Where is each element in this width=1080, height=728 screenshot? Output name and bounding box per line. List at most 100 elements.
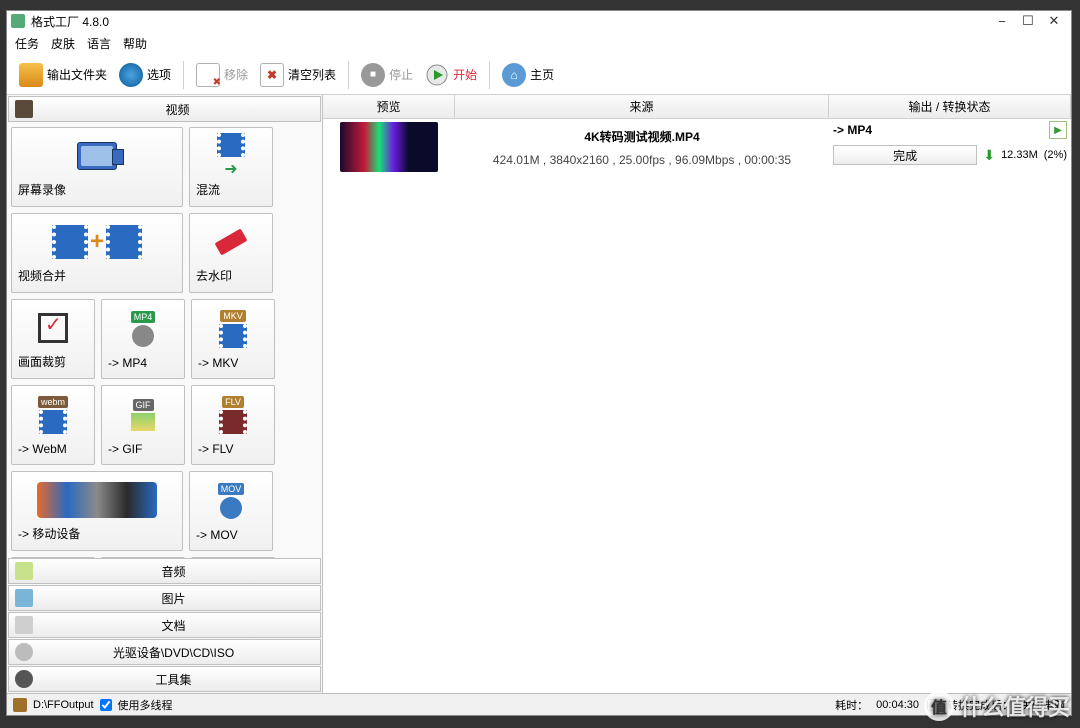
home-label: 主页 xyxy=(530,66,554,83)
output-folder-button[interactable]: 输出文件夹 xyxy=(15,61,111,89)
tile-画面裁剪[interactable]: 画面裁剪 xyxy=(11,299,95,379)
tile-icon: MKV xyxy=(219,304,247,354)
tile-icon xyxy=(38,304,68,351)
tools-icon xyxy=(15,670,33,688)
header-source[interactable]: 来源 xyxy=(455,95,829,118)
elapsed-value: 00:04:30 xyxy=(876,699,919,711)
stop-button[interactable]: ■ 停止 xyxy=(357,61,417,89)
close-button[interactable]: ✕ xyxy=(1041,12,1067,30)
tile-去水印[interactable]: 去水印 xyxy=(189,213,273,293)
disc-icon xyxy=(15,643,33,661)
menu-skin[interactable]: 皮肤 xyxy=(51,35,75,52)
category-disc[interactable]: 光驱设备\DVD\CD\ISO xyxy=(8,639,321,665)
category-label: 音频 xyxy=(33,563,314,580)
tile--> FLV[interactable]: FLV -> FLV xyxy=(191,385,275,465)
options-button[interactable]: 选项 xyxy=(115,61,175,89)
tile-label: -> GIF xyxy=(108,442,142,456)
category-label: 光驱设备\DVD\CD\ISO xyxy=(33,644,314,661)
file-name: 4K转码测试视频.MP4 xyxy=(584,128,699,145)
category-label: 工具集 xyxy=(33,671,314,688)
toolbar-separator xyxy=(489,61,490,89)
play-button[interactable]: ▶ xyxy=(1049,121,1067,139)
tile-label: -> FLV xyxy=(198,442,233,456)
tile-icon xyxy=(77,132,117,179)
app-window: 格式工厂 4.8.0 − ☐ ✕ 任务 皮肤 语言 帮助 输出文件夹 选项 移除… xyxy=(6,10,1072,716)
category-label: 图片 xyxy=(33,590,314,607)
maximize-button[interactable]: ☐ xyxy=(1015,12,1041,30)
tile-屏幕录像[interactable]: 屏幕录像 xyxy=(11,127,183,207)
output-percent: (2%) xyxy=(1044,149,1067,161)
app-icon xyxy=(11,14,25,28)
output-cell: -> MP4 ▶ 完成 ⬇ 12.33M (2%) xyxy=(829,119,1071,175)
video-thumbnail xyxy=(340,122,438,172)
start-icon xyxy=(425,63,449,87)
multithread-label: 使用多线程 xyxy=(118,697,173,713)
toolbar: 输出文件夹 选项 移除 ✖ 清空列表 ■ 停止 开始 ⌂ 主页 xyxy=(7,55,1071,95)
video-category-label: 视频 xyxy=(41,101,314,118)
start-button[interactable]: 开始 xyxy=(421,61,481,89)
category-image[interactable]: 图片 xyxy=(8,585,321,611)
tile-label: 屏幕录像 xyxy=(18,181,66,198)
watermark: 值 什么值得买 xyxy=(924,690,1070,722)
tile--> MKV[interactable]: MKV -> MKV xyxy=(191,299,275,379)
clear-list-label: 清空列表 xyxy=(288,66,336,83)
header-preview[interactable]: 预览 xyxy=(323,95,455,118)
options-label: 选项 xyxy=(147,66,171,83)
category-tools[interactable]: 工具集 xyxy=(8,666,321,692)
clear-list-button[interactable]: ✖ 清空列表 xyxy=(256,61,340,89)
tile--> 移动设备[interactable]: -> 移动设备 xyxy=(11,471,183,551)
tile--> MP4[interactable]: MP4-> MP4 xyxy=(101,299,185,379)
clear-icon: ✖ xyxy=(260,63,284,87)
tile-label: -> MP4 xyxy=(108,356,147,370)
source-cell: 4K转码测试视频.MP4 424.01M , 3840x2160 , 25.00… xyxy=(455,119,829,175)
tile-icon: GIF xyxy=(131,390,155,440)
tile-label: 去水印 xyxy=(196,267,232,284)
tile-icon xyxy=(37,476,157,523)
start-label: 开始 xyxy=(453,66,477,83)
stop-icon: ■ xyxy=(361,63,385,87)
output-folder-label: 输出文件夹 xyxy=(47,66,107,83)
category-audio[interactable]: 音频 xyxy=(8,558,321,584)
tile-视频合并[interactable]: +视频合并 xyxy=(11,213,183,293)
home-button[interactable]: ⌂ 主页 xyxy=(498,61,558,89)
tile--> WebM[interactable]: webm -> WebM xyxy=(11,385,95,465)
category-document[interactable]: 文档 xyxy=(8,612,321,638)
category-video-header[interactable]: 视频 xyxy=(8,96,321,122)
toolbar-separator xyxy=(348,61,349,89)
window-title: 格式工厂 4.8.0 xyxy=(31,13,989,30)
menu-help[interactable]: 帮助 xyxy=(123,35,147,52)
remove-button[interactable]: 移除 xyxy=(192,61,252,89)
file-info: 424.01M , 3840x2160 , 25.00fps , 96.09Mb… xyxy=(493,153,791,167)
remove-label: 移除 xyxy=(224,66,248,83)
main-area: 预览 来源 输出 / 转换状态 4K转码测试视频.MP4 424.01M , 3… xyxy=(323,95,1071,693)
header-output[interactable]: 输出 / 转换状态 xyxy=(829,95,1071,118)
tile-icon: ➜ xyxy=(217,132,245,179)
audio-icon xyxy=(15,562,33,580)
tile-icon: FLV xyxy=(219,390,247,440)
list-body: 4K转码测试视频.MP4 424.01M , 3840x2160 , 25.00… xyxy=(323,119,1071,693)
tile-icon: webm xyxy=(38,390,68,440)
watermark-text: 什么值得买 xyxy=(960,690,1070,722)
menu-language[interactable]: 语言 xyxy=(87,35,111,52)
minimize-button[interactable]: − xyxy=(989,12,1015,30)
list-header: 预览 来源 输出 / 转换状态 xyxy=(323,95,1071,119)
status-button[interactable]: 完成 xyxy=(833,145,977,165)
title-bar: 格式工厂 4.8.0 − ☐ ✕ xyxy=(7,11,1071,31)
multithread-checkbox[interactable] xyxy=(100,699,112,711)
tile-label: -> MKV xyxy=(198,356,238,370)
preview-cell xyxy=(323,119,455,175)
folder-small-icon[interactable] xyxy=(13,698,27,712)
tile-label: -> MOV xyxy=(196,528,238,542)
tile--> GIF[interactable]: GIF -> GIF xyxy=(101,385,185,465)
home-icon: ⌂ xyxy=(502,63,526,87)
output-path[interactable]: D:\FFOutput xyxy=(33,699,94,711)
video-category-icon xyxy=(15,100,33,118)
tile-label: -> WebM xyxy=(18,442,67,456)
tile-混流[interactable]: ➜混流 xyxy=(189,127,273,207)
menu-task[interactable]: 任务 xyxy=(15,35,39,52)
task-row[interactable]: 4K转码测试视频.MP4 424.01M , 3840x2160 , 25.00… xyxy=(323,119,1071,175)
down-arrow-icon: ⬇ xyxy=(983,147,995,164)
output-size: 12.33M xyxy=(1001,149,1038,161)
tile--> MOV[interactable]: MOV-> MOV xyxy=(189,471,273,551)
elapsed-label: 耗时： xyxy=(835,697,868,713)
